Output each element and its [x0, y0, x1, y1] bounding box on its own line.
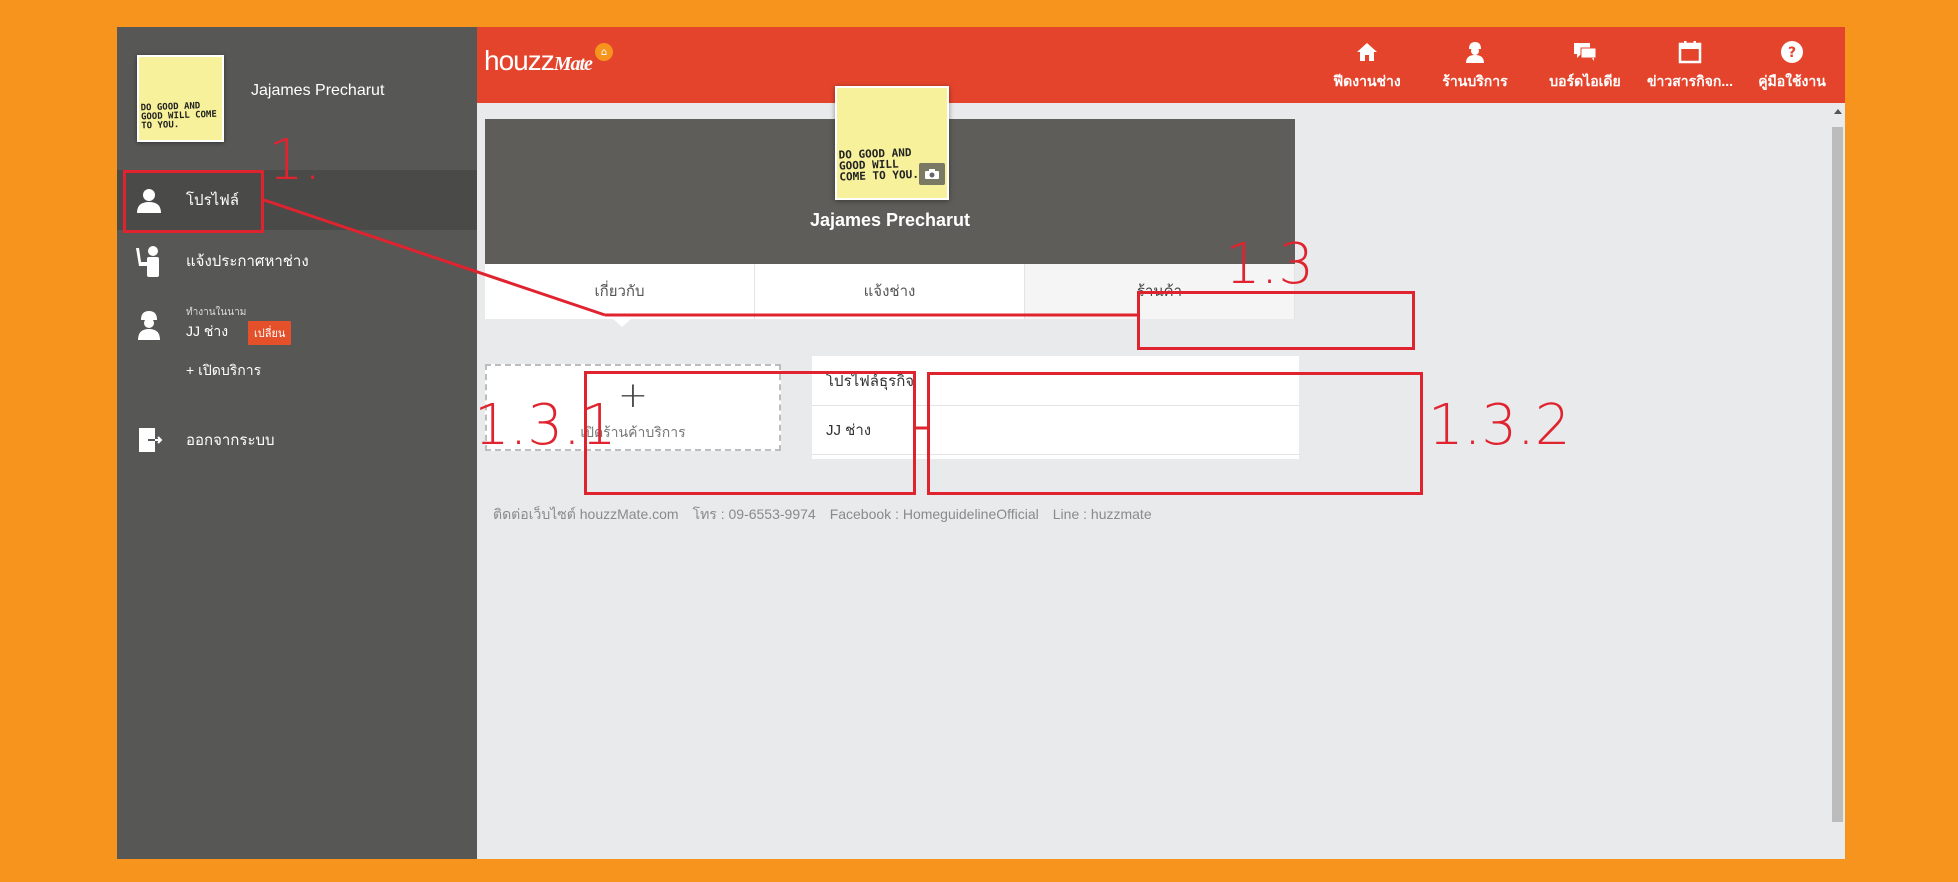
- sidebar-user-name: Jajames Precharut: [251, 82, 385, 99]
- home-icon: [1354, 39, 1380, 65]
- footer-website[interactable]: ติดต่อเว็บไซต์ houzzMate.com: [493, 506, 679, 522]
- active-tab-arrow: [613, 319, 631, 327]
- annotation-label-1-3-2: 1.3.2: [1428, 393, 1571, 458]
- work-as-name: JJ ช่าง: [186, 323, 229, 339]
- logo-houzz: houzz: [484, 45, 555, 76]
- nav-label: ข่าวสารกิจก...: [1646, 73, 1734, 89]
- nav-idea-board[interactable]: บอร์ดไอเดีย: [1532, 39, 1638, 99]
- nav-news-events[interactable]: ข่าวสารกิจก...: [1640, 39, 1740, 99]
- technician-icon: +: [131, 307, 167, 343]
- annotation-box-1-3-1: [584, 371, 916, 495]
- scrollbar-thumb[interactable]: [1832, 127, 1843, 822]
- nav-label: ฟีดงานช่าง: [1333, 73, 1401, 89]
- annotation-box-1-3-2: [927, 372, 1423, 495]
- annotation-label-1: 1.: [268, 128, 322, 193]
- nav-job-feed[interactable]: ฟีดงานช่าง: [1312, 39, 1422, 99]
- worker-hand-icon: [131, 243, 167, 279]
- top-header: houzzMate ⌂ ฟีดงานช่าง ร้านบริการ บอร์ดไ…: [477, 27, 1845, 103]
- footer-facebook[interactable]: Facebook : HomeguidelineOfficial: [830, 506, 1039, 522]
- camera-icon[interactable]: [919, 163, 945, 185]
- annotation-box-1-3: [1137, 291, 1415, 350]
- chat-bubble-icon: [1572, 39, 1598, 65]
- help-icon: ?: [1779, 39, 1805, 65]
- sidebar-item-logout[interactable]: ออกจากระบบ: [117, 410, 477, 470]
- logout-icon: [131, 422, 167, 458]
- svg-text:+: +: [155, 323, 163, 333]
- nav-user-guide[interactable]: ? คู่มือใช้งาน: [1744, 39, 1840, 99]
- logo-house-icon: ⌂: [595, 43, 613, 61]
- nav-label: คู่มือใช้งาน: [1758, 73, 1826, 89]
- annotation-label-1-3: 1.3: [1225, 232, 1315, 297]
- avatar-note-text: DO GOOD AND GOOD WILL COME TO YOU.: [838, 146, 920, 184]
- profile-avatar: DO GOOD AND GOOD WILL COME TO YOU.: [835, 86, 949, 200]
- footer-line: Line : huzzmate: [1052, 506, 1152, 522]
- avatar-note-text: DO GOOD AND GOOD WILL COME TO YOU.: [140, 101, 217, 132]
- profile-name: Jajames Precharut: [809, 210, 971, 230]
- nav-label: บอร์ดไอเดีย: [1549, 73, 1621, 89]
- tab-about[interactable]: เกี่ยวกับ: [485, 264, 755, 319]
- calendar-icon: [1677, 39, 1703, 65]
- open-service-link[interactable]: + เปิดบริการ: [186, 360, 261, 382]
- sidebar-item-post-job[interactable]: แจ้งประกาศหาช่าง: [117, 231, 477, 291]
- nav-label: ร้านบริการ: [1442, 73, 1508, 89]
- sidebar-item-work-as[interactable]: + ทำงานในนาม JJ ช่าง เปลี่ยน: [117, 295, 477, 355]
- work-as-caption: ทำงานในนาม: [186, 307, 247, 318]
- service-shop-icon: [1462, 39, 1488, 65]
- logo[interactable]: houzzMate: [484, 45, 593, 77]
- logo-mate: Mate: [553, 53, 593, 75]
- footer-phone: โทร : 09-6553-9974: [692, 506, 816, 522]
- svg-text:?: ?: [1788, 45, 1796, 61]
- scroll-up-icon[interactable]: [1834, 109, 1842, 114]
- tab-hire[interactable]: แจ้งช่าง: [755, 264, 1025, 319]
- sidebar-item-label: ออกจากระบบ: [186, 432, 275, 449]
- nav-service-shop[interactable]: ร้านบริการ: [1422, 39, 1528, 99]
- sidebar-item-label: แจ้งประกาศหาช่าง: [186, 253, 309, 270]
- footer-contact: ติดต่อเว็บไซต์ houzzMate.com โทร : 09-655…: [493, 504, 1166, 526]
- avatar[interactable]: DO GOOD AND GOOD WILL COME TO YOU.: [137, 55, 224, 142]
- change-identity-button[interactable]: เปลี่ยน: [248, 321, 292, 345]
- annotation-box-1: [123, 170, 264, 233]
- annotation-label-1-3-1: 1.3.1: [474, 393, 617, 458]
